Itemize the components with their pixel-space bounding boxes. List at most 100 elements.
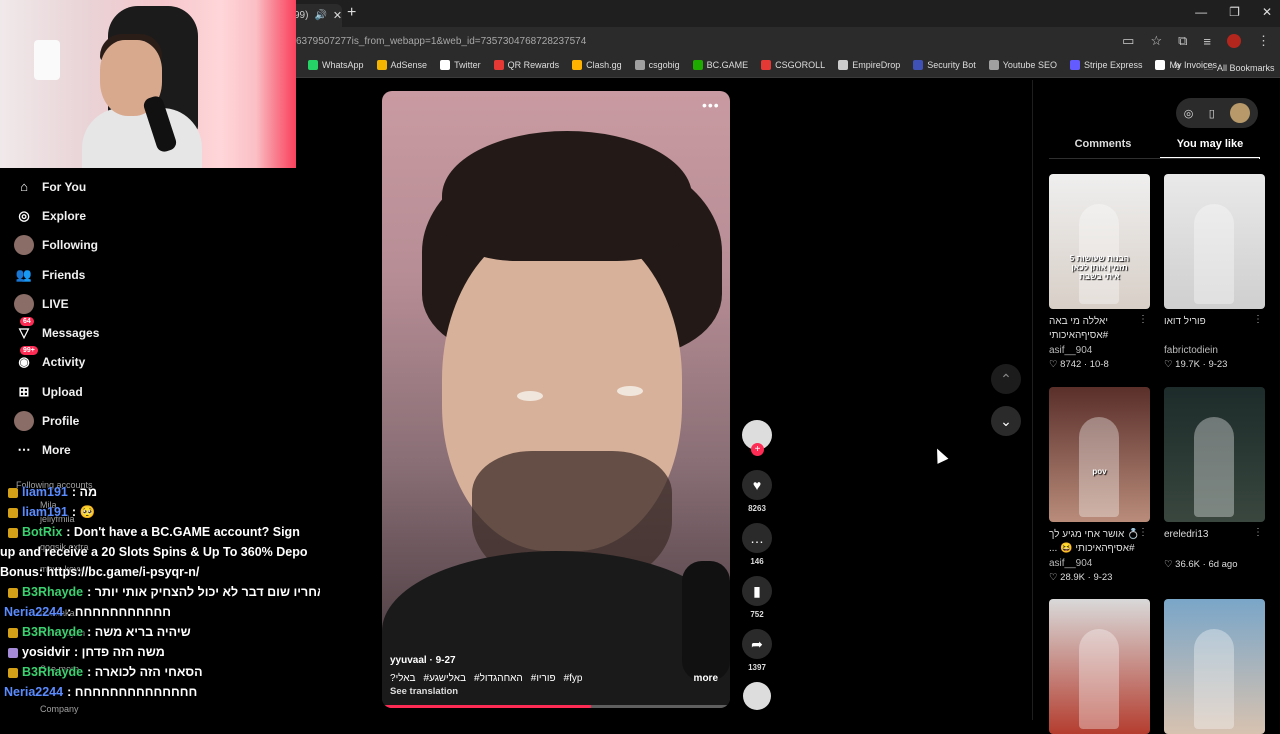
speaker-icon[interactable]: 🔊 <box>314 10 326 21</box>
chat-username: Neria2244 <box>4 605 64 619</box>
sidebar-item-friends[interactable]: 👥 Friends <box>14 260 274 289</box>
bookmark-favicon-icon <box>988 60 999 70</box>
media-icon[interactable]: ≡ <box>1203 34 1211 49</box>
compass-icon[interactable]: ◎ <box>1184 107 1194 120</box>
extensions-icon[interactable]: ⧉ <box>1178 33 1187 49</box>
sidebar-item-live[interactable]: LIVE <box>14 289 274 318</box>
sound-avatar[interactable] <box>743 682 771 710</box>
bookmark-empiredrop[interactable]: EmpireDrop <box>838 60 900 70</box>
card-options-icon[interactable]: ⋮ <box>1253 314 1263 325</box>
card-options-icon[interactable]: ⋮ <box>1253 527 1263 538</box>
sidebar-item-messages[interactable]: ▽ 64 Messages <box>14 317 274 347</box>
card-like-count: 36.6K <box>1175 559 1200 570</box>
bookmark-twitter[interactable]: Twitter <box>440 60 481 70</box>
see-translation-link[interactable]: See translation <box>390 686 458 697</box>
sidebar-item-profile[interactable]: Profile <box>14 406 274 435</box>
video-thumbnail[interactable]: pov <box>1049 387 1150 522</box>
user-avatar[interactable] <box>1230 103 1251 123</box>
caption-hashtag[interactable]: #פוריו <box>531 673 556 684</box>
all-bookmarks-button[interactable]: 🗀 All Bookmarks <box>1204 60 1275 76</box>
recommended-video-card[interactable]: פוריל דואו ⋮ fabrictodiein ♡ 19.7K · 9-23 <box>1164 174 1265 370</box>
chat-message: Neria2244: חחחחחחחחחחחחחח <box>0 682 320 702</box>
card-options-icon[interactable]: ⋮ <box>1138 314 1148 325</box>
card-author[interactable]: asif__904 <box>1049 345 1150 356</box>
cast-icon[interactable]: ▭ <box>1122 33 1134 49</box>
phone-icon[interactable]: ▯ <box>1209 107 1215 120</box>
new-tab-button[interactable]: + <box>347 4 356 22</box>
video-thumbnail[interactable] <box>1164 174 1265 309</box>
bookmark-favicon-icon <box>376 60 387 70</box>
card-author[interactable]: fabrictodiein <box>1164 345 1265 356</box>
restore-icon[interactable]: ❐ <box>1229 5 1240 19</box>
sidebar-item-upload[interactable]: ⊞ Upload <box>14 377 274 406</box>
tab-comments[interactable]: Comments <box>1053 138 1153 157</box>
bookmark-stripe-express[interactable]: Stripe Express <box>1069 60 1142 70</box>
video-thumbnail[interactable] <box>1164 387 1265 522</box>
bookmark-favicon-icon <box>308 60 318 70</box>
bookmark-clash-gg[interactable]: Clash.gg <box>572 60 622 70</box>
bookmarks-overflow-icon[interactable]: » <box>1174 58 1181 72</box>
bookmark-favicon-icon <box>493 60 504 70</box>
url-field[interactable]: 6379507277is_from_webapp=1&web_id=735730… <box>296 36 586 47</box>
stream-chat-overlay: Following accounts Mila jellyfmila qoqsik.e… <box>0 468 320 720</box>
card-author[interactable]: asif__904 <box>1049 558 1150 569</box>
sidebar-item-explore[interactable]: ◎ Explore <box>14 201 274 230</box>
video-thumbnail[interactable] <box>1164 599 1265 734</box>
like-heart-icon[interactable]: ♥ <box>742 470 772 500</box>
recommended-video-card[interactable] <box>1049 599 1150 734</box>
browser-tab[interactable]: 99) 🔊 ✕ <box>290 4 342 27</box>
next-video-chevron-down-icon[interactable]: ⌄ <box>991 406 1021 436</box>
bookmark-label: Youtube SEO <box>1002 60 1057 70</box>
recommended-video-card[interactable]: pov 💍 אושר אחי מגיע לך #אסיףהאיכותי 😆 ...… <box>1049 387 1150 583</box>
recommended-video-card[interactable] <box>1164 599 1265 734</box>
video-thumbnail[interactable]: 5 הבנות שעושות תזמין אותן לכאן איתי בשבת <box>1049 174 1150 309</box>
caption-more-link[interactable]: more <box>694 673 718 684</box>
close-icon[interactable]: ✕ <box>333 9 342 22</box>
chat-text: : הסאחי הזה לכוארה <box>87 665 203 679</box>
recommended-video-card[interactable]: 5 הבנות שעושות תזמין אותן לכאן איתי בשבת… <box>1049 174 1150 370</box>
video-author[interactable]: yyuvaal · 9-27 <box>390 655 456 666</box>
bookmark-qr-rewards[interactable]: QR Rewards <box>493 60 559 70</box>
caption-hashtag[interactable]: ?באלי <box>390 673 416 684</box>
minimize-icon[interactable]: — <box>1195 5 1207 19</box>
caption-hashtag[interactable]: #האחהגדול <box>474 673 523 684</box>
sidebar-item-following[interactable]: Following <box>14 231 274 260</box>
profile-avatar[interactable] <box>1227 34 1241 48</box>
all-bookmarks-label: All Bookmarks <box>1217 63 1275 73</box>
bookmark-adsense[interactable]: AdSense <box>376 60 427 70</box>
caption-hashtag[interactable]: #באלישגע <box>424 673 466 684</box>
share-icon[interactable]: ➦ <box>742 629 772 659</box>
card-date: 9-23 <box>1093 572 1113 583</box>
follow-plus-icon[interactable]: + <box>751 443 764 456</box>
tab-you-may-like[interactable]: You may like <box>1160 138 1260 159</box>
card-title: פוריל דואו <box>1164 316 1206 327</box>
panel-toolbar: ◎ ▯ <box>1176 98 1258 128</box>
menu-icon[interactable]: ⋮ <box>1257 33 1270 49</box>
sidebar-item-for-you[interactable]: ⌂ For You <box>14 172 274 201</box>
close-window-icon[interactable]: ✕ <box>1262 5 1272 19</box>
comment-icon[interactable]: … <box>742 523 772 553</box>
previous-video-chevron-up-icon[interactable]: ⌃ <box>991 364 1021 394</box>
bookmark-security-bot[interactable]: Security Bot <box>913 60 976 70</box>
bookmark-csgoroll[interactable]: CSGOROLL <box>761 60 825 70</box>
bookmark-csgobig[interactable]: csgobig <box>634 60 680 70</box>
video-caption: ?באלי #באלישגע #האחהגדול #פוריו #fyp <box>390 673 582 684</box>
video-options-icon[interactable]: ••• <box>702 97 720 113</box>
card-options-icon[interactable]: ⋮ <box>1138 527 1148 538</box>
chat-message: BotRix: Don't have a BC.GAME account? Si… <box>0 522 320 542</box>
bookmark-whatsapp[interactable]: WhatsApp <box>308 60 364 70</box>
star-icon[interactable]: ☆ <box>1150 33 1162 49</box>
caption-hashtag[interactable]: #fyp <box>564 673 583 684</box>
bookmark-youtube-seo[interactable]: Youtube SEO <box>988 60 1057 70</box>
sidebar-item-more[interactable]: ⋯ More <box>14 436 274 465</box>
video-progress-bar[interactable] <box>382 705 730 708</box>
bookmark-label: Security Bot <box>927 60 976 70</box>
video-thumbnail[interactable] <box>1049 599 1150 734</box>
bookmark-icon[interactable]: ▮ <box>742 576 772 606</box>
sidebar-item-activity[interactable]: ◉ 99+ Activity <box>14 346 274 377</box>
creator-avatar[interactable]: + <box>742 420 772 456</box>
recommended-video-card[interactable]: ereledri13 ⋮ ♡ 36.6K · 6d ago <box>1164 387 1265 570</box>
video-player[interactable]: ••• yyuvaal · 9-27 ?באלי #באלישגע #האחהגדו… <box>382 91 730 708</box>
bookmark-bc-game[interactable]: BC.GAME <box>692 60 748 70</box>
chat-username: B3Rhayde <box>22 665 84 679</box>
